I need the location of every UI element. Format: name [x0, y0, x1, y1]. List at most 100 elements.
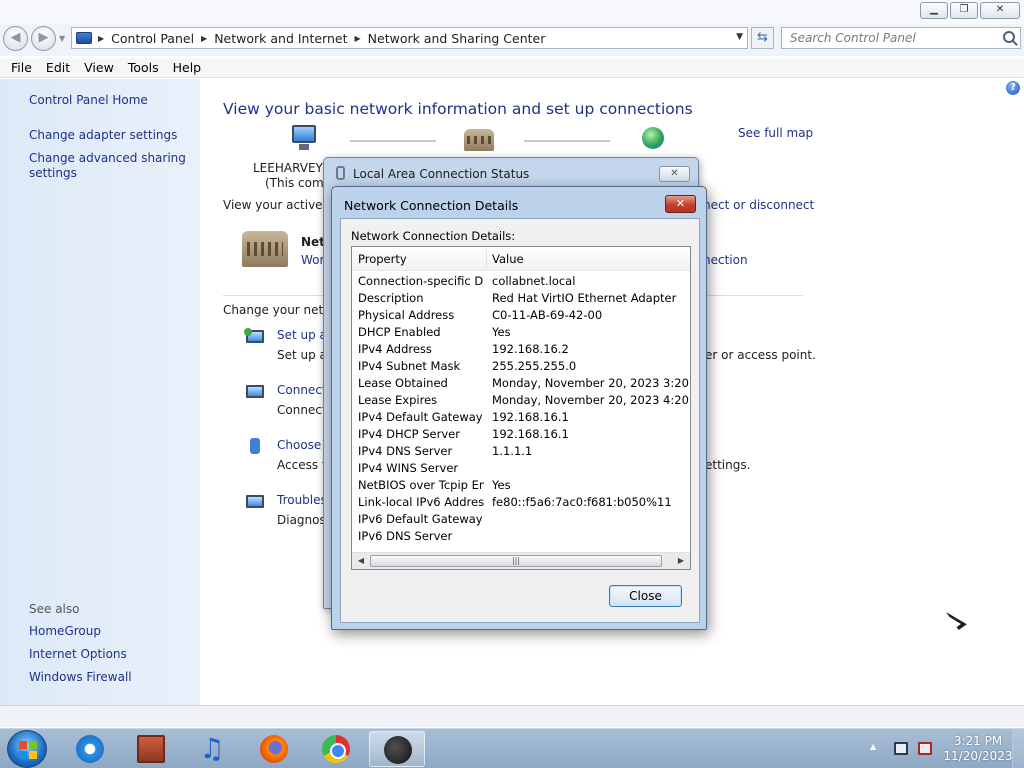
table-row[interactable]: IPv4 DNS Server 1.1.1.1 [352, 443, 690, 460]
troubleshoot-link[interactable]: Troubles [277, 493, 327, 507]
help-icon[interactable]: ? [1006, 81, 1020, 95]
address-dropdown-icon[interactable]: ▼ [736, 32, 743, 42]
network-location-icon [464, 129, 494, 151]
scroll-right-icon[interactable]: ▶ [674, 555, 688, 567]
connect-disconnect-link[interactable]: nect or disconnect [703, 198, 814, 212]
scrollbar-grip-icon: ||| [511, 556, 521, 565]
horizontal-scrollbar[interactable]: ◀ ||| ▶ [352, 552, 690, 569]
taskbar-archive-app[interactable] [123, 731, 179, 767]
menu-help[interactable]: Help [166, 58, 209, 77]
homegroup-link[interactable]: HomeGroup [29, 624, 189, 639]
column-header-property[interactable]: Property [358, 252, 407, 266]
breadcrumb-network-and-internet[interactable]: Network and Internet [214, 31, 347, 46]
change-adapter-settings-link[interactable]: Change adapter settings [29, 128, 189, 143]
minimize-button[interactable]: ▁ [920, 2, 948, 19]
list-header: Property Value [352, 247, 690, 271]
table-row[interactable]: Description Red Hat VirtIO Ethernet Adapt… [352, 290, 690, 307]
breadcrumb-network-and-sharing-center[interactable]: Network and Sharing Center [368, 31, 546, 46]
refresh-button[interactable]: ⇆ [751, 27, 774, 49]
table-row[interactable]: Link-local IPv6 Address fe80::f5a6:7ac0:f… [352, 494, 690, 511]
menu-edit[interactable]: Edit [39, 58, 77, 77]
show-desktop-button[interactable] [1012, 729, 1024, 768]
change-advanced-sharing-link[interactable]: Change advanced sharing settings [29, 151, 189, 181]
music-note-icon: ♫ [199, 732, 225, 765]
table-row[interactable]: IPv4 Address 192.168.16.2 [352, 341, 690, 358]
table-row[interactable]: IPv4 Default Gateway 192.168.16.1 [352, 409, 690, 426]
table-row[interactable]: Lease Obtained Monday, November 20, 2023 … [352, 375, 690, 392]
window-titlebar: ▁ ❐ ✕ [0, 0, 1024, 24]
internet-globe-icon [640, 127, 670, 153]
row-property: Lease Expires [358, 393, 438, 407]
table-row[interactable]: Physical Address C0-11-AB-69-42-00 [352, 307, 690, 324]
taskbar-control-panel-active[interactable] [369, 731, 425, 767]
menu-file[interactable]: File [4, 58, 39, 77]
row-value: 192.168.16.1 [492, 427, 569, 441]
table-row[interactable]: IPv4 DHCP Server 192.168.16.1 [352, 426, 690, 443]
details-dialog-close-button[interactable]: ✕ [665, 195, 696, 213]
local-area-connection-link[interactable]: nection [703, 253, 748, 267]
table-row[interactable]: IPv4 Subnet Mask 255.255.255.0 [352, 358, 690, 375]
search-box[interactable] [781, 27, 1021, 49]
taskbar-music-app[interactable]: ♫ [184, 731, 240, 767]
chrome-icon [322, 735, 350, 763]
menu-view[interactable]: View [77, 58, 121, 77]
status-dialog-close-button[interactable]: ✕ [659, 166, 690, 182]
forward-button[interactable]: ▶ [31, 26, 56, 51]
internet-options-link[interactable]: Internet Options [29, 647, 189, 662]
back-button[interactable]: ◀ [3, 26, 28, 51]
table-row[interactable]: IPv4 WINS Server [352, 460, 690, 477]
internet-explorer-icon [76, 735, 104, 763]
choose-homegroup-desc: Access fi [277, 458, 330, 472]
scroll-left-icon[interactable]: ◀ [354, 555, 368, 567]
maximize-button[interactable]: ❐ [950, 2, 978, 19]
details-dialog-body: Network Connection Details: Property Val… [340, 218, 700, 623]
table-row[interactable]: DHCP Enabled Yes [352, 324, 690, 341]
row-value: Yes [492, 325, 511, 339]
row-value: C0-11-AB-69-42-00 [492, 308, 603, 322]
details-list-view[interactable]: Property Value Connection-specific DN...… [351, 246, 691, 570]
chevron-right-icon[interactable]: ▶ [201, 34, 207, 43]
breadcrumb-control-panel[interactable]: Control Panel [111, 31, 194, 46]
network-type-link[interactable]: Wor [301, 253, 324, 267]
taskbar-chrome[interactable] [308, 731, 364, 767]
menu-tools[interactable]: Tools [121, 58, 166, 77]
taskbar-firefox[interactable] [246, 731, 302, 767]
homegroup-sharing-icon [244, 438, 266, 458]
close-window-button[interactable]: ✕ [980, 2, 1020, 19]
table-row[interactable]: IPv6 DNS Server [352, 528, 690, 545]
status-dialog-title: Local Area Connection Status [353, 167, 530, 181]
table-row[interactable]: Lease Expires Monday, November 20, 2023 4… [352, 392, 690, 409]
table-row[interactable]: IPv6 Default Gateway [352, 511, 690, 528]
column-header-value[interactable]: Value [492, 252, 524, 266]
connect-network-link[interactable]: Connect [277, 383, 327, 397]
see-full-map-link[interactable]: See full map [738, 126, 813, 140]
column-resize-handle[interactable] [486, 249, 487, 269]
scrollbar-thumb[interactable]: ||| [370, 555, 662, 567]
chevron-right-icon[interactable]: ▶ [355, 34, 361, 43]
taskbar: ♫ ▲ 3:21 PM 11/20/2023 [0, 728, 1024, 768]
row-value: 192.168.16.1 [492, 410, 569, 424]
search-input[interactable] [782, 28, 992, 48]
windows-firewall-link[interactable]: Windows Firewall [29, 670, 189, 685]
address-bar[interactable]: ▶ Control Panel ▶ Network and Internet ▶… [71, 27, 748, 49]
search-icon[interactable] [1003, 31, 1015, 43]
recent-pages-dropdown[interactable]: ▼ [59, 34, 65, 43]
choose-homegroup-desc-tail: ettings. [705, 458, 751, 472]
control-panel-home-link[interactable]: Control Panel Home [29, 93, 189, 108]
chevron-right-icon[interactable]: ▶ [98, 34, 104, 43]
system-clock[interactable]: 3:21 PM 11/20/2023 [942, 734, 1014, 764]
start-button[interactable] [7, 730, 47, 768]
row-value: Monday, November 20, 2023 4:20:19 PM [492, 393, 690, 407]
computer-icon [289, 125, 319, 151]
table-row[interactable]: NetBIOS over Tcpip En... Yes [352, 477, 690, 494]
work-network-icon [242, 231, 288, 267]
taskbar-internet-explorer[interactable] [62, 731, 118, 767]
table-row[interactable]: Connection-specific DN... collabnet.local [352, 273, 690, 290]
setup-connection-link[interactable]: Set up a [277, 328, 327, 342]
show-hidden-icons-icon[interactable]: ▲ [870, 742, 876, 751]
connect-network-icon [244, 383, 266, 403]
choose-homegroup-link[interactable]: Choose l [277, 438, 328, 452]
volume-muted-icon[interactable] [918, 742, 932, 755]
action-center-icon[interactable] [894, 742, 908, 755]
close-button[interactable]: Close [609, 585, 682, 607]
